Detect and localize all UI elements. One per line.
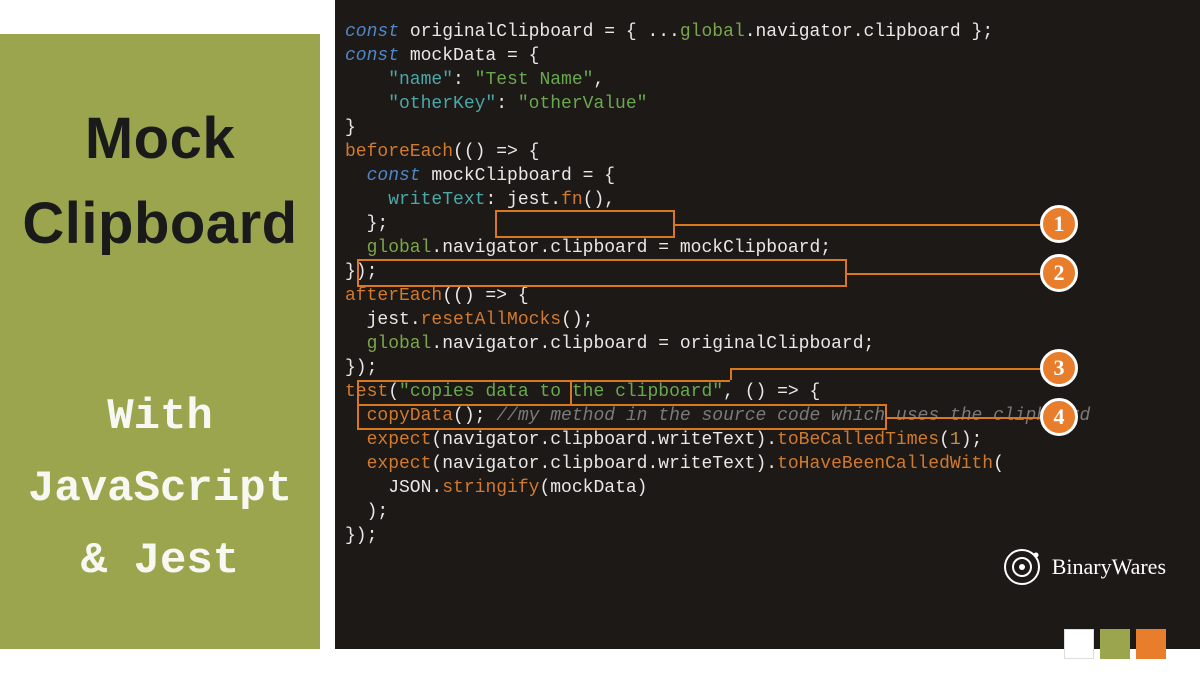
tail: (() => { xyxy=(442,286,528,306)
fn-test: test xyxy=(345,382,388,402)
square-white xyxy=(1064,629,1094,659)
paren: ( xyxy=(993,454,1004,474)
brace: }; xyxy=(345,214,388,234)
tail: .navigator.clipboard }; xyxy=(745,22,993,42)
close: }); xyxy=(345,358,377,378)
key: "name" xyxy=(345,70,453,90)
slide-root: Mock Clipboard With JavaScript & Jest co… xyxy=(0,0,1200,677)
colon: : xyxy=(485,190,507,210)
comment: //my method in the source code which use… xyxy=(496,406,1090,426)
op: = { xyxy=(583,166,615,186)
annotation-badge-4: 4 xyxy=(1040,398,1078,436)
subtitle-line-2: JavaScript xyxy=(28,464,292,514)
annotation-badge-3: 3 xyxy=(1040,349,1078,387)
prop-writeText: writeText xyxy=(345,190,485,210)
kw-const: const xyxy=(345,46,410,66)
colon: : xyxy=(453,70,475,90)
jest: jest xyxy=(345,310,410,330)
kw-const: const xyxy=(345,166,431,186)
assign: .navigator.clipboard = mockClipboard; xyxy=(431,238,831,258)
subtitle-line-1: With xyxy=(107,392,213,442)
tail: (); xyxy=(453,406,496,426)
brand-logo: BinaryWares xyxy=(1002,547,1166,587)
close: }); xyxy=(345,262,377,282)
arg: (mockData) xyxy=(539,478,647,498)
brand-icon xyxy=(1002,547,1042,587)
dot: . xyxy=(410,310,421,330)
ident: originalClipboard xyxy=(410,22,604,42)
paren: ( xyxy=(939,430,950,450)
arg: (navigator.clipboard.writeText). xyxy=(431,454,777,474)
op: = { xyxy=(507,46,539,66)
title-line-2: Clipboard xyxy=(22,190,297,257)
string: "Test Name" xyxy=(475,70,594,90)
fn-resetAllMocks: resetAllMocks xyxy=(421,310,561,330)
fn-copyData: copyData xyxy=(345,406,453,426)
tail: (() => { xyxy=(453,142,539,162)
brace: } xyxy=(345,118,356,138)
assign: .navigator.clipboard = originalClipboard… xyxy=(431,334,874,354)
ident-global: global xyxy=(345,238,431,258)
tail: ); xyxy=(961,430,983,450)
fn-stringify: stringify xyxy=(442,478,539,498)
fn-expect: expect xyxy=(345,454,431,474)
key: "otherKey" xyxy=(345,94,496,114)
string: "copies data to the clipboard" xyxy=(399,382,723,402)
connector-4 xyxy=(887,417,1040,419)
tail: , () => { xyxy=(723,382,820,402)
close: }); xyxy=(345,526,377,546)
kw-const: const xyxy=(345,22,410,42)
dot: . xyxy=(431,478,442,498)
dot: . xyxy=(550,190,561,210)
title-line-1: Mock xyxy=(85,105,235,172)
footer-squares xyxy=(1064,629,1166,659)
fn: fn xyxy=(561,190,583,210)
ident: mockData xyxy=(410,46,507,66)
ident: mockClipboard xyxy=(431,166,582,186)
sidebar-bottom-panel: With JavaScript & Jest xyxy=(0,328,320,649)
jest: jest xyxy=(507,190,550,210)
square-olive xyxy=(1100,629,1130,659)
square-orange xyxy=(1136,629,1166,659)
connector-2 xyxy=(847,273,1040,275)
brand-name: BinaryWares xyxy=(1052,554,1166,580)
paren: ( xyxy=(388,382,399,402)
fn-toBeCalledTimes: toBeCalledTimes xyxy=(777,430,939,450)
tail: (); xyxy=(561,310,593,330)
json: JSON xyxy=(345,478,431,498)
tail: (), xyxy=(583,190,615,210)
ident-global: global xyxy=(345,334,431,354)
fn-expect: expect xyxy=(345,430,431,450)
close: ); xyxy=(345,502,388,522)
subtitle-line-3: & Jest xyxy=(81,536,239,586)
op: = { ... xyxy=(604,22,680,42)
annotation-badge-2: 2 xyxy=(1040,254,1078,292)
ident-global: global xyxy=(680,22,745,42)
fn-beforeEach: beforeEach xyxy=(345,142,453,162)
comma: , xyxy=(593,70,604,90)
colon: : xyxy=(496,94,518,114)
fn-toHaveBeenCalledWith: toHaveBeenCalledWith xyxy=(777,454,993,474)
arg: (navigator.clipboard.writeText). xyxy=(431,430,777,450)
code-panel: const originalClipboard = { ...global.na… xyxy=(335,0,1200,649)
connector-1 xyxy=(675,224,1040,226)
connector-3c xyxy=(730,368,1040,370)
connector-3a xyxy=(572,380,730,382)
number: 1 xyxy=(950,430,961,450)
string: "otherValue" xyxy=(518,94,648,114)
annotation-badge-1: 1 xyxy=(1040,205,1078,243)
sidebar-top-panel: Mock Clipboard xyxy=(0,34,320,328)
fn-afterEach: afterEach xyxy=(345,286,442,306)
